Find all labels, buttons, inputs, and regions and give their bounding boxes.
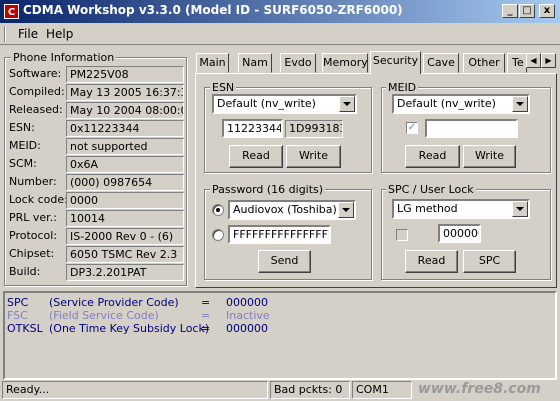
phone-info-label: Software:	[9, 67, 62, 80]
phone-info-label: Lock code:	[9, 193, 68, 206]
phone-info-value: 0x6A	[66, 156, 184, 173]
phone-info-value: May 13 2005 16:37:30	[66, 84, 184, 101]
password-preset-value: Audiovox (Toshiba)	[233, 203, 337, 216]
esn-read-button[interactable]: Read	[229, 145, 283, 168]
spc-lock-checkbox[interactable]	[396, 229, 408, 241]
log-equals: =	[201, 309, 211, 322]
spc-button[interactable]: SPC	[463, 250, 516, 273]
log-code-value: 000000	[226, 296, 268, 309]
tab-scroll-right-button[interactable]: ▶	[541, 53, 556, 68]
log-code-name: SPC	[7, 296, 29, 309]
spc-method-value: LG method	[397, 202, 458, 215]
spc-method-select[interactable]: LG method	[392, 199, 530, 219]
spc-read-button[interactable]: Read	[405, 250, 458, 273]
meid-write-button[interactable]: Write	[463, 145, 516, 168]
log-equals: =	[201, 322, 211, 335]
password-title: Password (16 digits)	[210, 183, 326, 196]
phone-info-value: 0x11223344	[66, 120, 184, 137]
phone-info-value: (000) 0987654	[66, 174, 184, 191]
close-button[interactable]: x	[539, 4, 555, 18]
menu-file[interactable]: File	[18, 27, 38, 41]
tab-security[interactable]: Security	[370, 51, 421, 74]
esn-title: ESN	[210, 81, 237, 94]
send-button[interactable]: Send	[258, 250, 311, 273]
phone-info-label: Protocol:	[9, 229, 58, 242]
esn-mode-select[interactable]: Default (nv_write)	[212, 94, 357, 114]
phone-info-label: Number:	[9, 175, 57, 188]
log-code-value: 000000	[226, 322, 268, 335]
phone-info-value: 6050 TSMC Rev 2.3	[66, 246, 184, 263]
tab-cave[interactable]: Cave	[423, 53, 459, 73]
tab-memory[interactable]: Memory	[322, 53, 368, 73]
meid-title: MEID	[386, 81, 419, 94]
tab-scroll-left-button[interactable]: ◀	[526, 53, 541, 68]
meid-mode-value: Default (nv_write)	[397, 97, 496, 110]
phone-info-label: ESN:	[9, 121, 35, 134]
password-preset-select[interactable]: Audiovox (Toshiba)	[228, 200, 356, 220]
status-ready: Ready...	[2, 381, 268, 399]
phone-info-label: SCM:	[9, 157, 37, 170]
phone-info-value: IS-2000 Rev 0 - (6)	[66, 228, 184, 245]
meid-read-button[interactable]: Read	[405, 145, 460, 168]
esn-mode-value: Default (nv_write)	[217, 97, 316, 110]
chevron-down-icon[interactable]	[512, 201, 528, 217]
minimize-button[interactable]: _	[502, 4, 518, 18]
log-panel[interactable]: SPC (Service Provider Code) = 000000 FSC (Fie…	[3, 291, 557, 380]
log-equals: =	[201, 296, 211, 309]
phone-info-label: Chipset:	[9, 247, 55, 260]
status-bad-packets: Bad pckts: 0	[270, 381, 350, 399]
maximize-button[interactable]: □	[519, 4, 535, 18]
phone-info-value: 10014	[66, 210, 184, 227]
esn-decimal-value: 1D993183	[285, 120, 343, 138]
phone-info-value: May 10 2004 08:00:00	[66, 102, 184, 119]
esn-write-button[interactable]: Write	[286, 145, 341, 168]
title-bar: C CDMA Workshop v3.3.0 (Model ID - SURF6…	[0, 0, 560, 23]
meid-mode-select[interactable]: Default (nv_write)	[392, 94, 530, 114]
status-port: COM1	[352, 381, 412, 399]
tab-evdo[interactable]: Evdo	[280, 53, 316, 73]
spc-code-field[interactable]: 000000	[438, 224, 481, 243]
watermark: www.free8.com	[418, 381, 541, 397]
chevron-down-icon[interactable]	[338, 202, 354, 218]
chevron-down-icon[interactable]	[339, 96, 355, 112]
tab-main[interactable]: Main	[196, 53, 229, 73]
menu-bar: File Help	[0, 23, 560, 45]
phone-info-label: Compiled:	[9, 85, 65, 98]
phone-info-label: Build:	[9, 265, 41, 278]
phone-info-value: PM225V08	[66, 66, 184, 83]
phone-info-label: MEID:	[9, 139, 41, 152]
tab-te[interactable]: Te	[507, 53, 527, 73]
phone-info-value: not supported	[66, 138, 184, 155]
log-code-description: (Field Service Code)	[49, 309, 159, 322]
log-code-name: OTKSL	[7, 322, 43, 335]
log-code-value: Inactive	[226, 309, 270, 322]
password-custom-field[interactable]: FFFFFFFFFFFFFFFF	[228, 225, 331, 244]
log-code-name: FSC	[7, 309, 28, 322]
tab-other[interactable]: Other	[463, 53, 505, 73]
menu-grip	[4, 26, 6, 42]
meid-checkbox[interactable]: ✓	[406, 122, 418, 134]
password-custom-radio[interactable]	[212, 229, 224, 241]
phone-info-label: Released:	[9, 103, 63, 116]
log-code-description: (Service Provider Code)	[49, 296, 179, 309]
esn-hex-field[interactable]: 11223344	[222, 119, 283, 138]
tab-nam[interactable]: Nam	[238, 53, 272, 73]
menu-help[interactable]: Help	[46, 27, 73, 41]
window-title: CDMA Workshop v3.3.0 (Model ID - SURF605…	[23, 3, 403, 17]
spc-lock-title: SPC / User Lock	[386, 183, 476, 196]
chevron-down-icon[interactable]	[512, 96, 528, 112]
phone-info-value: DP3.2.201PAT	[66, 264, 184, 281]
phone-info-title: Phone Information	[11, 51, 117, 64]
phone-info-value: 0000	[66, 192, 184, 209]
phone-info-label: PRL ver.:	[9, 211, 57, 224]
log-code-description: (One Time Key Subsidy Lock)	[49, 322, 210, 335]
app-icon[interactable]: C	[4, 4, 19, 19]
password-preset-radio[interactable]	[212, 204, 224, 216]
meid-field[interactable]	[425, 119, 518, 138]
